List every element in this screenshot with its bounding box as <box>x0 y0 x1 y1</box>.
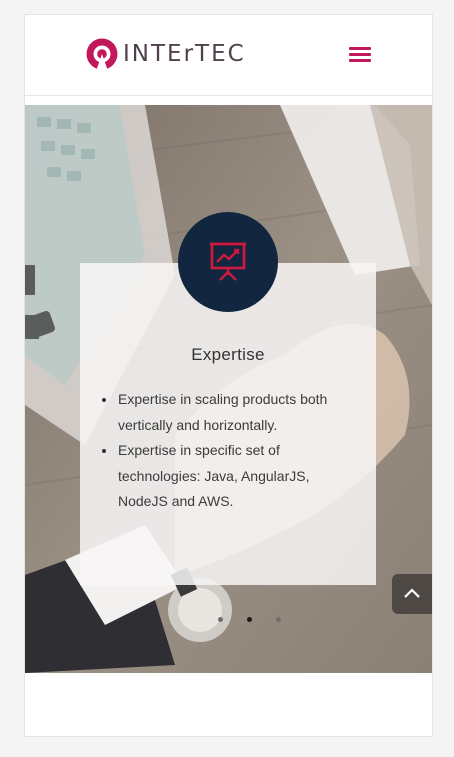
carousel-dot-2[interactable] <box>247 617 252 622</box>
carousel-dot-1[interactable] <box>218 617 223 622</box>
chevron-up-icon <box>404 588 420 598</box>
slide-title: Expertise <box>191 345 265 364</box>
list-item: Expertise in scaling products both verti… <box>100 387 350 438</box>
presentation-chart-icon <box>210 242 246 281</box>
page-frame: INTErTEC Expertise Expertise in scaling … <box>24 14 433 737</box>
hero-slider: Expertise Expertise in scaling products … <box>25 105 432 673</box>
site-logo[interactable]: INTErTEC <box>85 37 245 71</box>
scroll-to-top-button[interactable] <box>392 574 432 614</box>
hamburger-menu-button[interactable] <box>349 45 371 63</box>
logo-mark-icon <box>86 38 118 71</box>
logo-text: INTErTEC <box>123 41 246 67</box>
site-header: INTErTEC <box>25 15 432 96</box>
carousel-dot-3[interactable] <box>276 617 281 622</box>
expertise-icon-circle <box>178 212 278 312</box>
hamburger-icon <box>349 47 371 50</box>
list-item: Expertise in specific set of technologie… <box>100 438 350 515</box>
slide-bullet-list: Expertise in scaling products both verti… <box>100 387 350 515</box>
